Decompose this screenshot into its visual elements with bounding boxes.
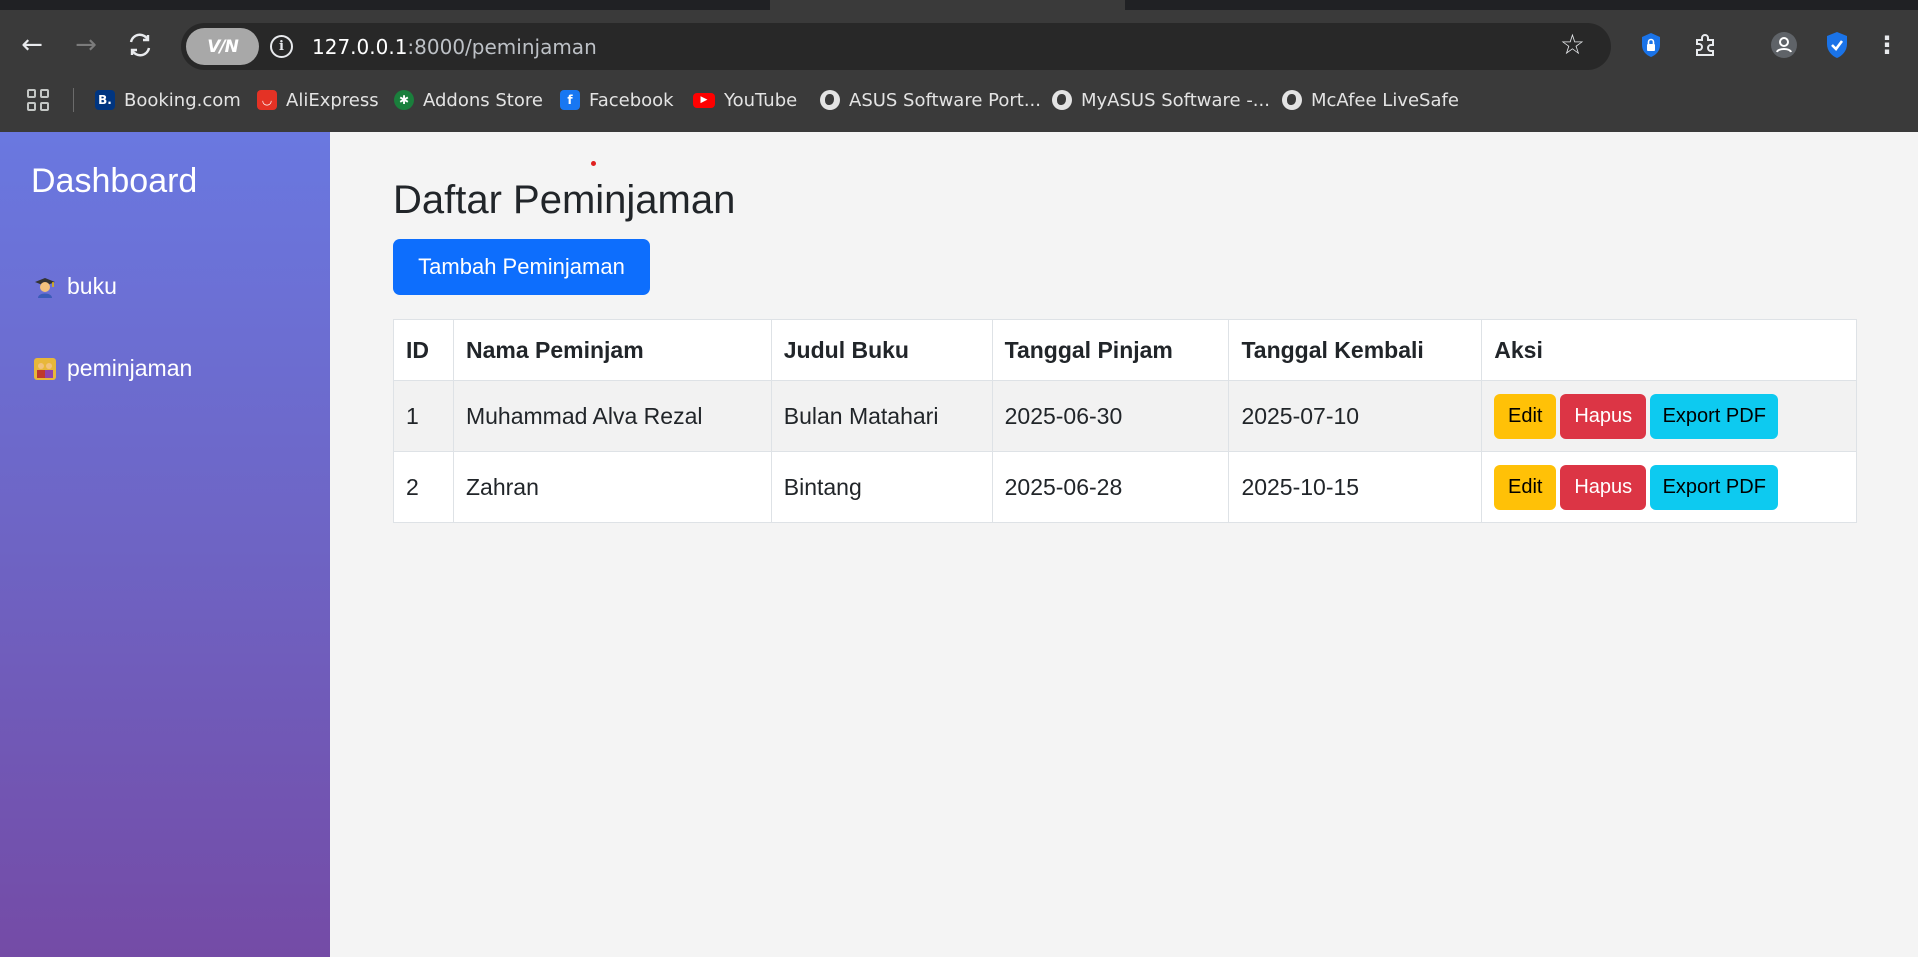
cell-judul-buku: Bulan Matahari bbox=[770, 380, 993, 452]
cell-nama-peminjam: Muhammad Alva Rezal bbox=[452, 380, 772, 452]
password-lock-icon[interactable] bbox=[1636, 30, 1666, 60]
bookmark-label: AliExpress bbox=[286, 89, 379, 111]
browser-chrome: ← → V/N i 127.0.0.1:8000/peminjaman ☆ ⋮ … bbox=[0, 0, 1918, 132]
forward-icon[interactable]: → bbox=[71, 30, 101, 60]
cell-judul-buku: Bintang bbox=[770, 451, 993, 523]
vpn-badge[interactable]: V/N bbox=[186, 28, 259, 65]
bookmark-booking[interactable]: B. Booking.com bbox=[95, 87, 241, 113]
cell-id: 2 bbox=[393, 451, 454, 523]
cursor-dot bbox=[591, 161, 596, 166]
add-loan-button[interactable]: Tambah Peminjaman bbox=[393, 239, 650, 295]
cell-tanggal-kembali: 2025-07-10 bbox=[1228, 380, 1483, 452]
table-header-row: ID Nama Peminjam Judul Buku Tanggal Pinj… bbox=[393, 319, 1857, 381]
delete-button[interactable]: Hapus bbox=[1560, 393, 1647, 439]
bookmark-label: Booking.com bbox=[124, 89, 241, 111]
column-header-id[interactable]: ID bbox=[393, 319, 454, 381]
people-emoji-icon bbox=[33, 357, 57, 381]
globe-icon bbox=[1052, 90, 1072, 110]
back-icon[interactable]: ← bbox=[17, 30, 47, 60]
page-title: Daftar Peminjaman bbox=[393, 178, 736, 222]
tab-strip bbox=[0, 0, 1918, 10]
cell-aksi: Edit Hapus Export PDF bbox=[1481, 380, 1857, 452]
bookmark-label: McAfee LiveSafe bbox=[1311, 89, 1459, 111]
sidebar-item-label: peminjaman bbox=[67, 355, 193, 381]
sidebar-item-peminjaman[interactable]: peminjaman bbox=[33, 355, 192, 382]
edit-button[interactable]: Edit bbox=[1494, 393, 1557, 439]
mcafee-shield-icon[interactable] bbox=[1822, 30, 1852, 60]
active-tab-edge[interactable] bbox=[770, 0, 1125, 10]
profile-avatar-icon[interactable] bbox=[1769, 30, 1799, 60]
browser-menu-icon[interactable]: ⋮ bbox=[1872, 30, 1902, 60]
table-row: 2 Zahran Bintang 2025-06-28 2025-10-15 E… bbox=[393, 451, 1857, 523]
apps-grid-icon[interactable] bbox=[27, 89, 49, 111]
export-pdf-button[interactable]: Export PDF bbox=[1650, 393, 1779, 439]
column-header-aksi: Aksi bbox=[1481, 319, 1857, 381]
bookmark-aliexpress[interactable]: ◡ AliExpress bbox=[257, 87, 379, 113]
edit-button[interactable]: Edit bbox=[1494, 464, 1557, 510]
cell-id: 1 bbox=[393, 380, 454, 452]
bookmark-label: YouTube bbox=[724, 89, 798, 111]
cell-aksi: Edit Hapus Export PDF bbox=[1481, 451, 1857, 523]
column-header-nama-peminjam[interactable]: Nama Peminjam bbox=[452, 319, 772, 381]
reload-icon[interactable] bbox=[125, 30, 155, 60]
cell-tanggal-pinjam: 2025-06-28 bbox=[991, 451, 1230, 523]
column-header-tanggal-pinjam[interactable]: Tanggal Pinjam bbox=[991, 319, 1230, 381]
booking-icon: B. bbox=[95, 90, 115, 110]
cell-tanggal-pinjam: 2025-06-30 bbox=[991, 380, 1230, 452]
bookmark-star-icon[interactable]: ☆ bbox=[1560, 31, 1585, 59]
address-bar[interactable]: V/N i 127.0.0.1:8000/peminjaman ☆ bbox=[181, 23, 1611, 70]
bookmark-myasus-software[interactable]: MyASUS Software -... bbox=[1052, 87, 1270, 113]
url-path: :8000/peminjaman bbox=[407, 35, 597, 59]
bookmarks-separator bbox=[73, 88, 74, 112]
loans-table: ID Nama Peminjam Judul Buku Tanggal Pinj… bbox=[393, 319, 1857, 523]
bookmark-facebook[interactable]: f Facebook bbox=[560, 87, 674, 113]
sidebar-item-buku[interactable]: buku bbox=[33, 273, 117, 300]
site-info-icon[interactable]: i bbox=[270, 35, 293, 58]
bookmark-label: MyASUS Software -... bbox=[1081, 89, 1270, 111]
export-pdf-button[interactable]: Export PDF bbox=[1650, 464, 1779, 510]
browser-toolbar: ← → V/N i 127.0.0.1:8000/peminjaman ☆ ⋮ bbox=[0, 10, 1918, 78]
globe-icon bbox=[820, 90, 840, 110]
sidebar-item-label: buku bbox=[67, 273, 117, 299]
cell-nama-peminjam: Zahran bbox=[452, 451, 772, 523]
delete-button[interactable]: Hapus bbox=[1560, 464, 1647, 510]
globe-icon bbox=[1282, 90, 1302, 110]
bookmark-asus-software-portal[interactable]: ASUS Software Port... bbox=[820, 87, 1041, 113]
facebook-icon: f bbox=[560, 90, 580, 110]
url-host: 127.0.0.1 bbox=[312, 35, 408, 59]
sidebar-brand[interactable]: Dashboard bbox=[31, 162, 197, 201]
table-row: 1 Muhammad Alva Rezal Bulan Matahari 202… bbox=[393, 380, 1857, 452]
url-text[interactable]: 127.0.0.1:8000/peminjaman bbox=[312, 35, 597, 59]
bookmark-mcafee-livesafe[interactable]: McAfee LiveSafe bbox=[1282, 87, 1459, 113]
main-content: Daftar Peminjaman Tambah Peminjaman ID N… bbox=[330, 132, 1918, 957]
bookmark-label: Facebook bbox=[589, 89, 674, 111]
extensions-puzzle-icon[interactable] bbox=[1690, 30, 1720, 60]
bookmarks-bar: B. Booking.com ◡ AliExpress ✱ Addons Sto… bbox=[0, 78, 1918, 132]
sidebar: Dashboard buku peminjaman bbox=[0, 132, 330, 957]
bookmark-youtube[interactable]: ▶ YouTube bbox=[693, 87, 797, 113]
bookmark-label: ASUS Software Port... bbox=[849, 89, 1041, 111]
bookmark-label: Addons Store bbox=[423, 89, 543, 111]
column-header-judul-buku[interactable]: Judul Buku bbox=[770, 319, 993, 381]
cell-tanggal-kembali: 2025-10-15 bbox=[1228, 451, 1483, 523]
youtube-icon: ▶ bbox=[693, 92, 715, 108]
bookmark-addons-store[interactable]: ✱ Addons Store bbox=[394, 87, 543, 113]
column-header-tanggal-kembali[interactable]: Tanggal Kembali bbox=[1228, 319, 1483, 381]
student-emoji-icon bbox=[33, 275, 57, 299]
aliexpress-icon: ◡ bbox=[257, 90, 277, 110]
addons-store-icon: ✱ bbox=[394, 90, 414, 110]
